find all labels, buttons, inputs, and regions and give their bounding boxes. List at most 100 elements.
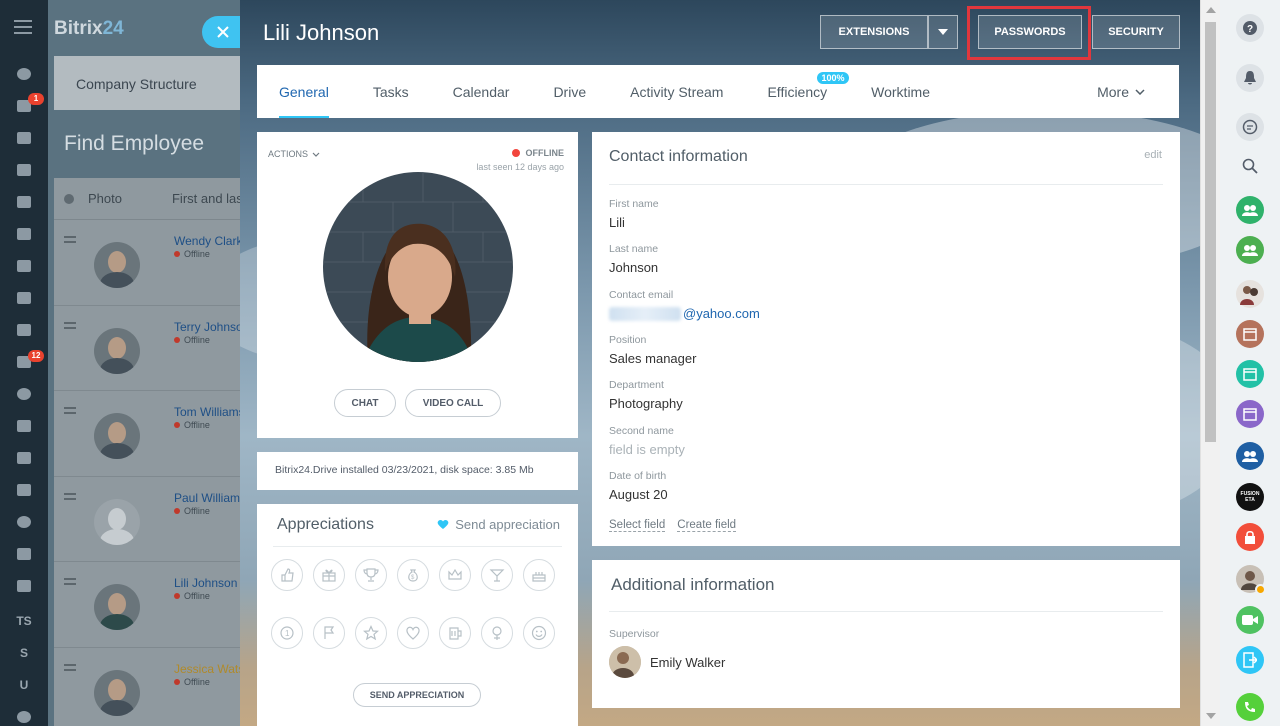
table-row[interactable]: Wendy Clark Offline — [54, 220, 244, 306]
nav-sites-icon[interactable] — [0, 414, 48, 438]
scrollbar-thumb[interactable] — [1205, 22, 1216, 442]
number-one-icon[interactable]: 1 — [271, 617, 303, 649]
trophy-icon[interactable] — [355, 559, 387, 591]
fusion-chat-icon[interactable]: FUSION ETA — [1236, 483, 1264, 511]
nav-shop-icon[interactable] — [0, 446, 48, 470]
table-row[interactable]: Lili Johnson Offline — [54, 562, 244, 648]
nav-employees-icon[interactable] — [0, 318, 48, 342]
smile-icon[interactable] — [523, 617, 555, 649]
chat-button[interactable]: CHAT — [334, 389, 396, 417]
open-lines-icon[interactable] — [1236, 646, 1264, 674]
send-appreciation-link[interactable]: Send appreciation — [437, 517, 560, 532]
nav-stream-icon[interactable] — [0, 62, 48, 86]
phone-icon[interactable] — [1236, 693, 1264, 721]
avatar[interactable] — [1236, 280, 1264, 308]
drag-handle-icon[interactable] — [64, 407, 76, 415]
nav-messages-icon[interactable] — [0, 126, 48, 150]
bell-icon[interactable] — [1236, 64, 1264, 92]
drag-handle-icon[interactable] — [64, 578, 76, 586]
tab-calendar[interactable]: Calendar — [453, 65, 510, 118]
drag-handle-icon[interactable] — [64, 492, 76, 500]
edit-link[interactable]: edit — [1144, 149, 1162, 161]
nav-mail-icon[interactable] — [0, 286, 48, 310]
nav-drive-icon[interactable] — [0, 254, 48, 278]
table-row[interactable]: Jessica Watson Offline — [54, 648, 258, 726]
thumb-up-icon[interactable] — [271, 559, 303, 591]
money-bag-icon[interactable]: $ — [397, 559, 429, 591]
send-appreciation-button[interactable]: SEND APPRECIATION — [353, 683, 481, 707]
employee-name[interactable]: Paul Williams — [174, 491, 246, 505]
email-link[interactable]: @yahoo.com — [609, 306, 760, 321]
create-field-link[interactable]: Create field — [677, 519, 737, 532]
tab-more[interactable]: More — [1097, 65, 1145, 118]
nav-item-ts[interactable]: TS — [0, 609, 48, 633]
nav-docs-icon[interactable] — [0, 190, 48, 214]
nav-item-u[interactable]: U — [0, 673, 48, 697]
bitrix-logo[interactable]: Bitrix24 — [54, 18, 124, 40]
chat-list-icon[interactable] — [1236, 113, 1264, 141]
group-chat-icon[interactable] — [1236, 236, 1264, 264]
avatar[interactable] — [323, 172, 513, 362]
calendar-chat-icon[interactable] — [1236, 360, 1264, 388]
extensions-button[interactable]: EXTENSIONS — [820, 15, 928, 49]
calendar-chat-icon[interactable] — [1236, 400, 1264, 428]
tab-worktime[interactable]: Worktime — [871, 65, 930, 118]
video-call-button[interactable]: VIDEO CALL — [405, 389, 501, 417]
gift-icon[interactable] — [313, 559, 345, 591]
employee-name[interactable]: Wendy Clark — [174, 234, 242, 248]
calendar-chat-icon[interactable] — [1236, 320, 1264, 348]
help-icon[interactable]: ? — [1236, 14, 1264, 42]
nav-target-icon[interactable] — [0, 382, 48, 406]
nav-item-s[interactable]: S — [0, 641, 48, 665]
group-chat-icon[interactable] — [1236, 196, 1264, 224]
tab-tasks[interactable]: Tasks — [373, 65, 409, 118]
nav-contacts-icon[interactable] — [0, 478, 48, 502]
select-field-link[interactable]: Select field — [609, 519, 666, 532]
star-icon[interactable] — [355, 617, 387, 649]
scroll-down-icon[interactable] — [1206, 713, 1216, 719]
heart-outline-icon[interactable] — [397, 617, 429, 649]
beer-icon[interactable] — [439, 617, 471, 649]
company-structure-tab[interactable]: Company Structure — [54, 56, 244, 110]
employee-name[interactable]: Tom Williams — [174, 405, 245, 419]
gear-icon[interactable] — [64, 193, 74, 204]
security-button[interactable]: SECURITY — [1092, 15, 1180, 49]
scroll-up-icon[interactable] — [1206, 7, 1216, 13]
flag-icon[interactable] — [313, 617, 345, 649]
table-row[interactable]: Tom Williams Offline — [54, 391, 245, 477]
drag-handle-icon[interactable] — [64, 321, 76, 329]
nav-tasks-icon[interactable] — [0, 222, 48, 246]
tab-general[interactable]: General — [279, 65, 329, 118]
drag-handle-icon[interactable] — [64, 663, 76, 671]
close-slider-button[interactable] — [202, 16, 244, 48]
nav-box-icon[interactable] — [0, 542, 48, 566]
employee-name[interactable]: Lili Johnson — [174, 576, 237, 590]
employee-name[interactable]: Terry Johnson — [174, 320, 249, 334]
nav-sync-icon[interactable] — [0, 510, 48, 534]
tab-drive[interactable]: Drive — [553, 65, 586, 118]
crown-icon[interactable] — [439, 559, 471, 591]
actions-menu[interactable]: ACTIONS — [268, 149, 320, 159]
nav-expand-icon[interactable] — [0, 705, 48, 726]
nav-box2-icon[interactable] — [0, 574, 48, 598]
nav-calendar-icon[interactable] — [0, 158, 48, 182]
supervisor-name[interactable]: Emily Walker — [650, 655, 725, 670]
tab-efficiency[interactable]: Efficiency 100% — [767, 65, 849, 118]
search-icon[interactable] — [1236, 152, 1264, 180]
avatar[interactable] — [1236, 565, 1266, 595]
appreciations-title: Appreciations — [277, 516, 374, 533]
cake-icon[interactable] — [523, 559, 555, 591]
group-chat-icon[interactable] — [1236, 442, 1264, 470]
lock-icon[interactable] — [1236, 523, 1264, 551]
scrollbar[interactable] — [1200, 0, 1220, 726]
table-row[interactable]: Paul Williams Offline — [54, 477, 246, 563]
menu-icon[interactable] — [14, 20, 32, 34]
video-chat-icon[interactable] — [1236, 606, 1264, 634]
tab-activity-stream[interactable]: Activity Stream — [630, 65, 723, 118]
table-row[interactable]: Terry Johnson Offline — [54, 306, 249, 392]
extensions-dropdown-button[interactable] — [928, 15, 958, 49]
flower-icon[interactable] — [481, 617, 513, 649]
avatar[interactable] — [609, 646, 641, 678]
cocktail-icon[interactable] — [481, 559, 513, 591]
drag-handle-icon[interactable] — [64, 236, 76, 243]
